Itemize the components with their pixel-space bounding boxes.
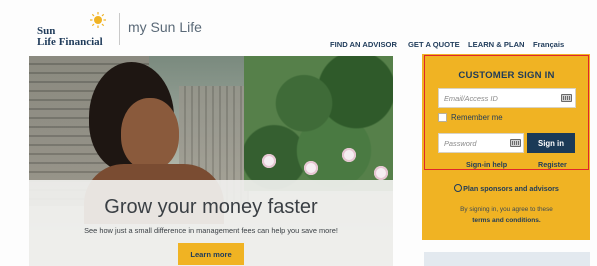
virtual-keyboard-icon[interactable] [510,139,521,147]
remember-me[interactable]: Remember me [438,113,503,122]
plan-sponsors-label: Plan sponsors and advisors [463,184,559,193]
learn-more-button[interactable]: Learn more [178,243,244,265]
agree-text: By signing in, you agree to these [460,206,553,213]
flower-icon [374,166,388,180]
nav-learn-and-plan[interactable]: LEARN & PLAN [468,40,525,49]
nav-find-an-advisor[interactable]: FIND AN ADVISOR [330,40,397,49]
flower-icon [304,161,318,175]
sidebar-lower-panel [424,252,590,266]
email-field[interactable]: Email/Access ID [438,88,576,108]
register-link[interactable]: Register [538,160,567,169]
sign-in-button[interactable]: Sign in [527,133,575,153]
password-placeholder: Password [444,138,477,148]
nav-get-a-quote[interactable]: GET A QUOTE [408,40,460,49]
sponsor-circle-icon [454,184,463,192]
logo-text-line2: Life Financial [37,36,103,48]
flower-icon [262,154,276,168]
hero-foliage [244,56,393,191]
email-placeholder: Email/Access ID [444,93,498,103]
site-title: my Sun Life [128,19,202,35]
remember-me-label: Remember me [451,113,503,122]
signin-help-link[interactable]: Sign-in help [466,160,507,169]
plan-sponsors-link[interactable]: Plan sponsors and advisors [424,184,589,193]
page: Sun Life Financial my Sun Life FIND AN A… [0,0,597,266]
nav-language-toggle[interactable]: Français [533,40,564,49]
virtual-keyboard-icon[interactable] [561,94,572,102]
hero-person-face [121,98,179,170]
terms-link[interactable]: terms and conditions. [424,217,589,224]
flower-icon [342,148,356,162]
header-divider [119,13,120,45]
hero-subtext: See how just a small difference in manag… [84,226,338,235]
remember-me-checkbox[interactable] [438,113,447,122]
sun-life-logo[interactable]: Sun Life Financial [37,12,117,48]
hero-headline: Grow your money faster [104,196,318,218]
sun-icon [90,12,106,28]
signin-title: CUSTOMER SIGN IN [458,70,555,81]
